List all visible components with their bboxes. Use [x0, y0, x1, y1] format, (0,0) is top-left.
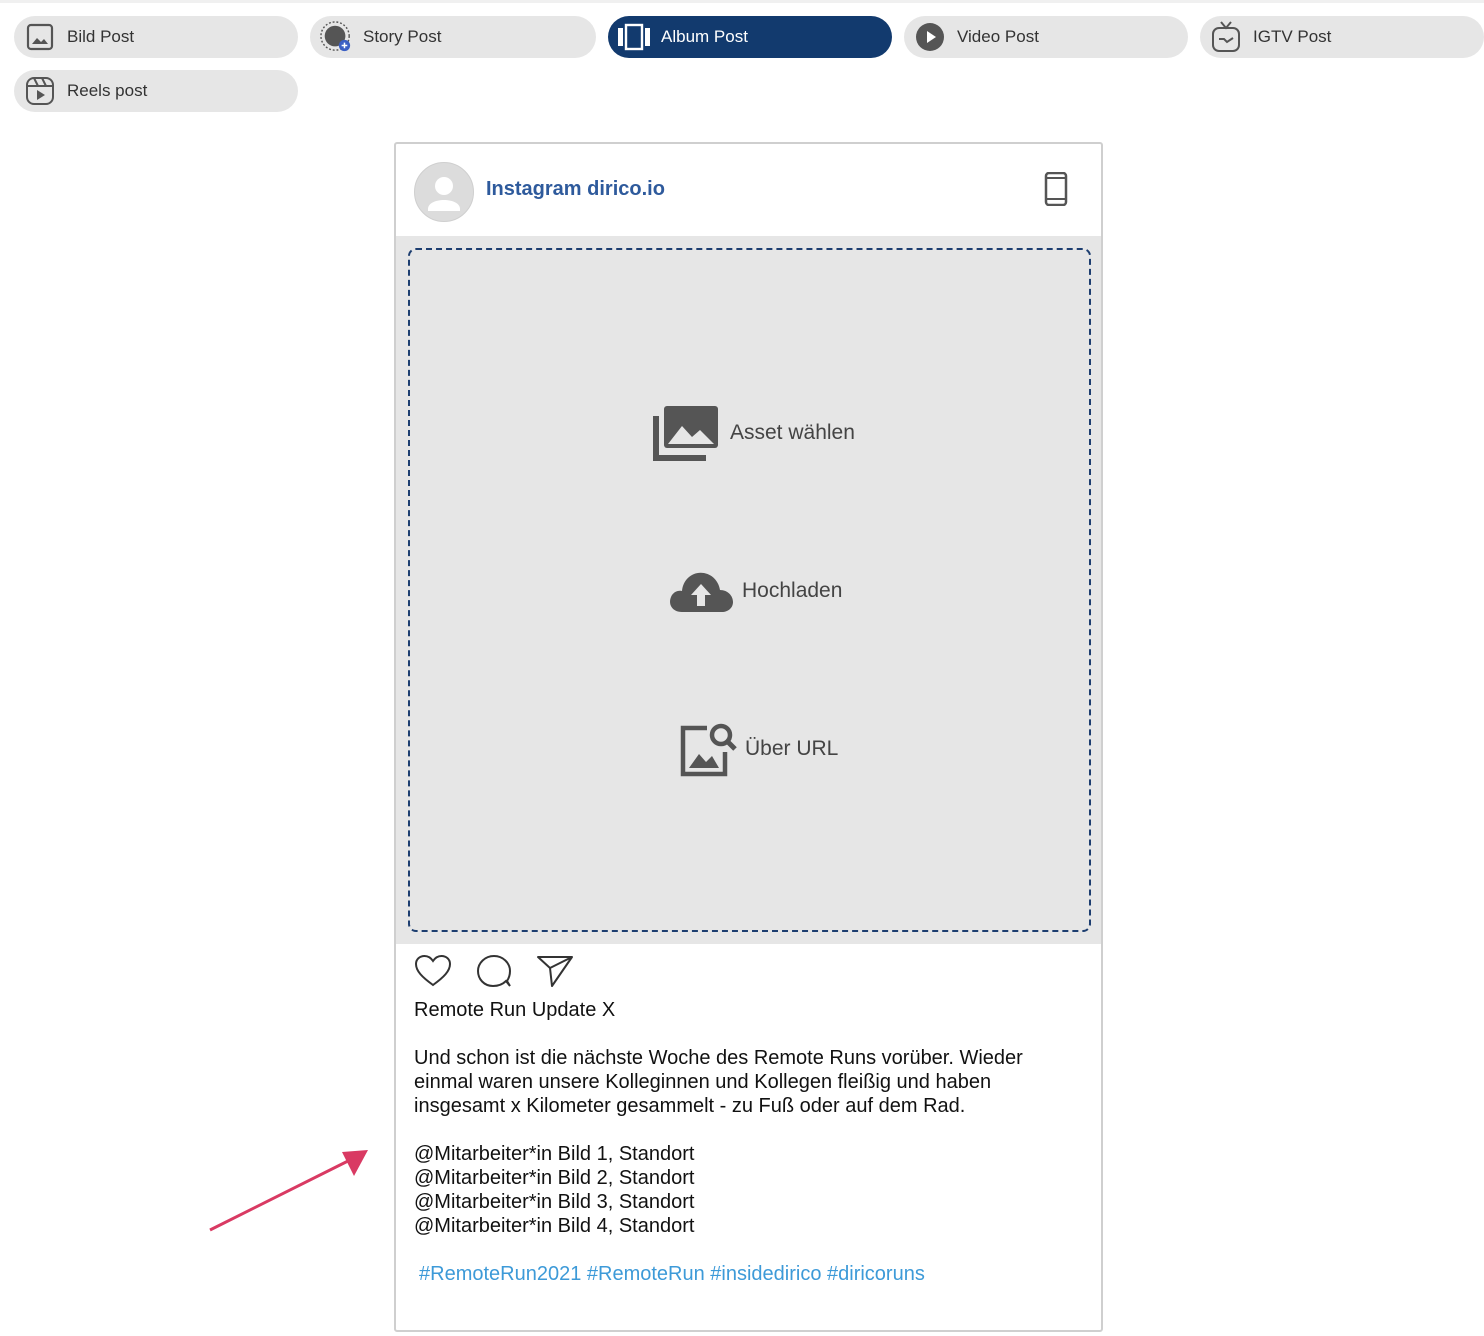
caption-mention: @Mitarbeiter*in Bild 3, Standort	[414, 1191, 695, 1213]
tab-album-post[interactable]: Album Post	[608, 16, 892, 58]
story-icon	[320, 21, 352, 53]
heart-icon[interactable]	[414, 954, 452, 990]
post-header: Instagram dirico.io	[396, 144, 1101, 236]
tab-label: Video Post	[957, 27, 1039, 46]
tab-label: Album Post	[661, 27, 748, 46]
play-icon	[914, 21, 946, 53]
post-actions	[414, 954, 598, 990]
person-icon	[414, 162, 474, 222]
tab-label: Reels post	[67, 81, 148, 100]
media-area: Asset wählen Hochladen Über URL	[396, 236, 1101, 944]
cloud-upload-icon	[668, 568, 734, 614]
album-icon	[618, 21, 650, 53]
account-name: Instagram dirico.io	[486, 178, 665, 200]
annotation-arrow-icon	[209, 1150, 368, 1232]
photo-library-icon	[652, 404, 722, 462]
option-label: Asset wählen	[730, 421, 855, 444]
caption-body-line: Und schon ist die nächste Woche des Remo…	[414, 1047, 1023, 1069]
tab-reels-post[interactable]: Reels post	[14, 70, 298, 112]
media-dropzone[interactable]: Asset wählen Hochladen Über URL	[408, 248, 1091, 932]
caption-mention: @Mitarbeiter*in Bild 2, Standort	[414, 1167, 695, 1189]
caption-body-line: einmal waren unsere Kolleginnen und Koll…	[414, 1071, 992, 1093]
caption-mention: @Mitarbeiter*in Bild 4, Standort	[414, 1215, 695, 1237]
tab-story-post[interactable]: Story Post	[310, 16, 596, 58]
caption-title: Remote Run Update X	[414, 999, 616, 1021]
comment-icon[interactable]	[476, 954, 512, 990]
option-label: Hochladen	[742, 579, 843, 602]
tab-igtv-post[interactable]: IGTV Post	[1200, 16, 1484, 58]
igtv-icon	[1210, 21, 1242, 53]
caption-hashtags: #RemoteRun2021 #RemoteRun #insidedirico …	[419, 1263, 925, 1285]
reels-icon	[24, 75, 56, 107]
tab-label: IGTV Post	[1253, 27, 1332, 46]
image-icon	[24, 21, 56, 53]
caption-body-line: insgesamt x Kilometer gesammelt - zu Fuß…	[414, 1095, 966, 1117]
smartphone-icon[interactable]	[1044, 171, 1070, 208]
tab-label: Bild Post	[67, 27, 135, 46]
post-caption: Remote Run Update X Und schon ist die nä…	[414, 998, 1084, 1286]
tab-label: Story Post	[363, 27, 442, 46]
tab-bild-post[interactable]: Bild Post	[14, 16, 298, 58]
top-border	[0, 0, 1484, 3]
select-asset-option[interactable]: Asset wählen	[652, 404, 855, 462]
image-search-icon	[679, 720, 737, 778]
caption-mention: @Mitarbeiter*in Bild 1, Standort	[414, 1143, 695, 1165]
via-url-option[interactable]: Über URL	[679, 720, 838, 778]
instagram-post-preview: Instagram dirico.io Asset wählen Hochlad…	[394, 142, 1103, 1332]
tab-video-post[interactable]: Video Post	[904, 16, 1188, 58]
upload-option[interactable]: Hochladen	[668, 568, 842, 614]
option-label: Über URL	[745, 737, 839, 760]
share-icon[interactable]	[536, 954, 574, 990]
